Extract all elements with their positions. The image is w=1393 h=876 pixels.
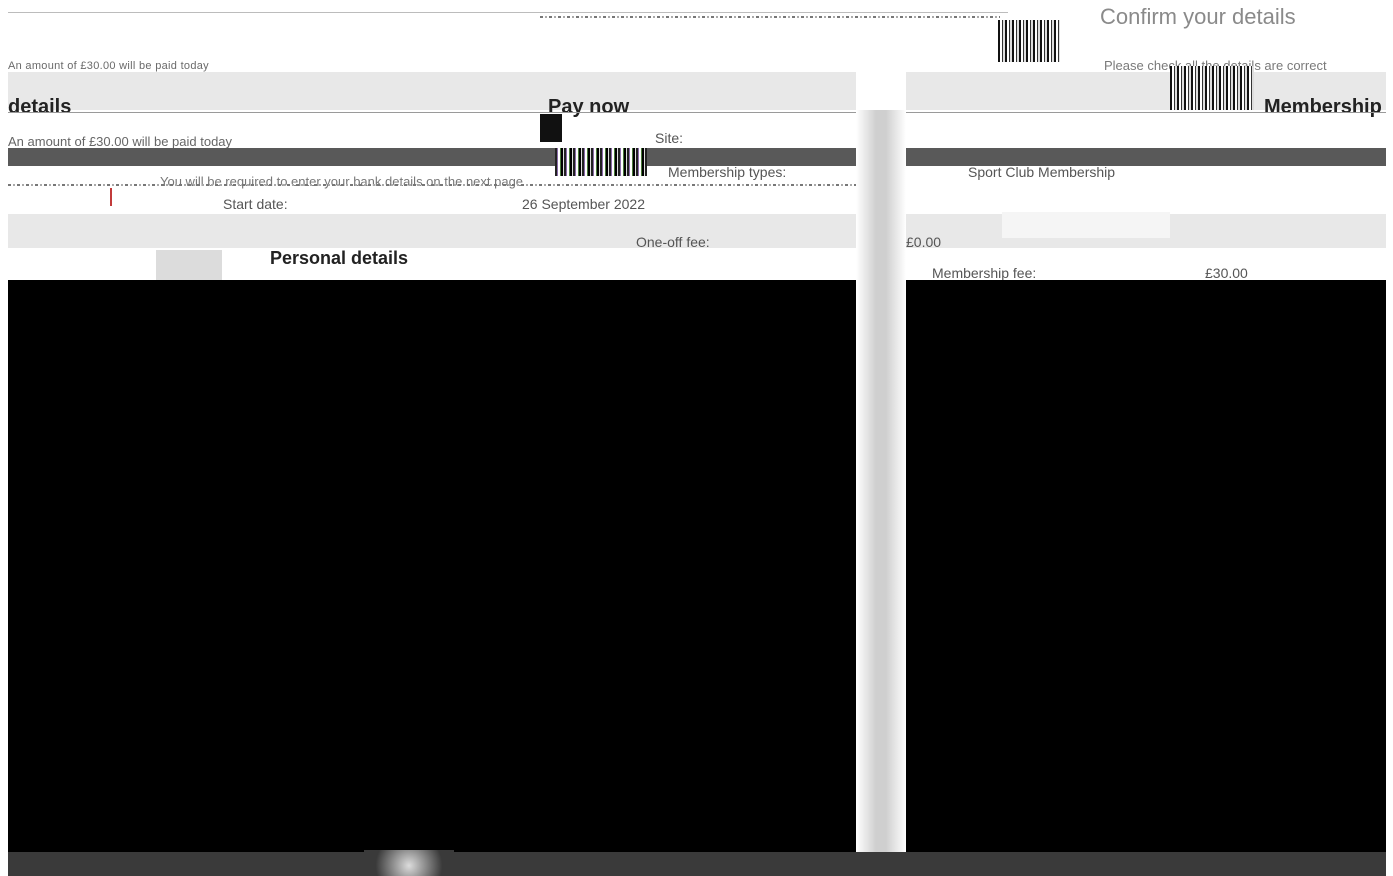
grey-column <box>156 250 222 280</box>
barcode-glitch <box>555 148 647 176</box>
center-divider <box>856 110 906 852</box>
personal-details-title: Personal details <box>270 248 409 268</box>
blacked-out-right <box>906 280 1386 852</box>
amount-line: An amount of £30.00 will be paid today <box>8 134 233 149</box>
one-off-fee-value: £0.00 <box>906 234 942 250</box>
step-details[interactable]: details <box>8 96 71 119</box>
confirm-details-title: Confirm your details <box>1100 4 1296 29</box>
header-band <box>8 72 856 110</box>
lower-band <box>8 214 856 248</box>
left-white-panel <box>8 250 156 280</box>
logo-glitch-top <box>998 20 1060 62</box>
notice-noise <box>8 184 868 186</box>
top-noise-line <box>540 16 1000 18</box>
blacked-out-main <box>8 280 856 852</box>
start-date-value: 26 September 2022 <box>522 196 645 212</box>
site-label: Site: <box>655 130 684 146</box>
top-rule <box>8 12 1008 13</box>
membership-types-label: Membership types: <box>668 164 787 180</box>
red-marker <box>110 188 112 206</box>
bottom-bar <box>8 852 1386 876</box>
logo-glitch-right <box>1170 66 1254 110</box>
membership-fee-label: Membership fee: <box>932 265 1037 281</box>
bottom-glitch <box>364 850 454 876</box>
header-rule <box>8 112 1386 113</box>
membership-fee-value: £30.00 <box>1205 265 1248 281</box>
intro-line: An amount of £30.00 will be paid today <box>8 60 209 72</box>
bank-notice: You will be required to enter your bank … <box>160 174 524 189</box>
black-marker <box>540 114 562 142</box>
white-patch <box>1002 212 1170 238</box>
step-membership[interactable]: Membership <box>1264 96 1382 119</box>
start-date-label: Start date: <box>223 196 288 212</box>
membership-types-value: Sport Club Membership <box>968 164 1116 180</box>
one-off-fee-label: One-off fee: <box>636 234 710 250</box>
